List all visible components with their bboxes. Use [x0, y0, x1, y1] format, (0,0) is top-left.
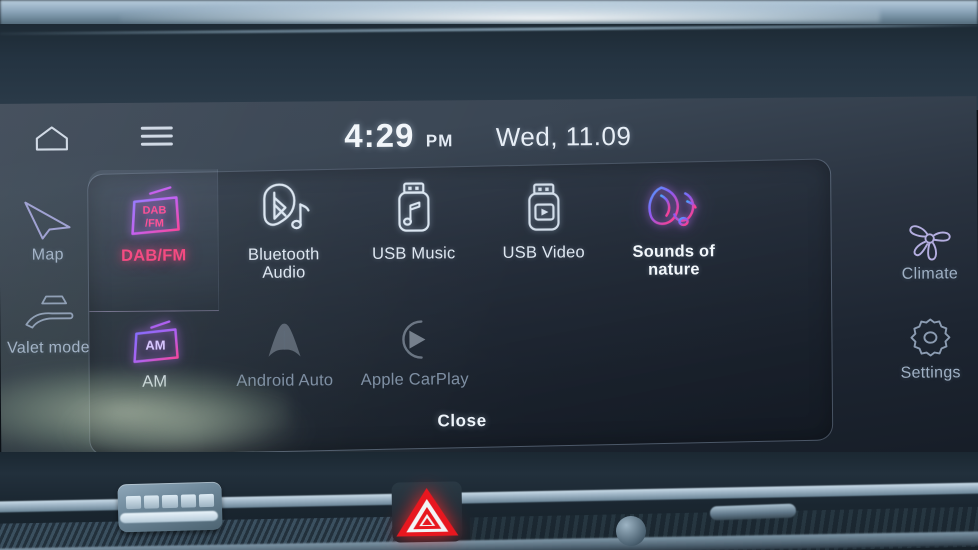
source-row: DAB /FM DAB/FM Bluetooth Audio USB Music…: [88, 164, 833, 284]
source-label-sounds-line2: nature: [647, 260, 700, 280]
valet-hand-car-icon: [0, 288, 96, 337]
right-rail: Climate Settings: [881, 214, 978, 407]
source-row: AM AM Android Auto Apple CarPlay: [89, 290, 834, 391]
source-tile-usb-video[interactable]: USB Video: [478, 166, 609, 281]
status-bar: 4:29 PM Wed, 11.09: [0, 96, 977, 166]
clock-date: Wed, 11.09: [495, 120, 632, 152]
source-tile-dabfm[interactable]: DAB /FM DAB/FM: [88, 169, 219, 284]
source-label-usb-music: USB Music: [371, 244, 456, 263]
gear-icon: [882, 313, 978, 362]
sidebar-label-valet-mode: Valet mode: [7, 339, 90, 357]
source-tile-sounds-of-nature[interactable]: Sounds of nature: [608, 165, 739, 280]
source-label-am: AM: [142, 372, 168, 391]
bluetooth-audio-icon: [218, 182, 348, 239]
fan-icon: [881, 214, 977, 263]
source-tile-android-auto[interactable]: Android Auto: [219, 294, 350, 390]
clock: 4:29 PM Wed, 11.09: [0, 112, 977, 158]
source-grid: DAB /FM DAB/FM Bluetooth Audio USB Music…: [88, 164, 834, 391]
usb-music-icon: [348, 181, 478, 238]
hazard-warning-triangle-button[interactable]: [391, 481, 463, 543]
left-rail: Map Valet mode: [0, 195, 97, 382]
sidebar-label-settings: Settings: [900, 364, 961, 382]
navigation-arrow-icon: [0, 195, 96, 244]
source-select-panel: DAB /FM DAB/FM Bluetooth Audio USB Music…: [87, 158, 834, 457]
climate-key[interactable]: [125, 495, 142, 510]
climate-key[interactable]: [162, 494, 178, 509]
climate-key[interactable]: [180, 494, 196, 508]
close-button[interactable]: Close: [90, 408, 834, 434]
sidebar-item-map[interactable]: Map: [0, 195, 96, 265]
source-tile-bluetooth-audio[interactable]: Bluetooth Audio: [218, 168, 349, 283]
android-auto-icon: [219, 308, 349, 365]
dashboard-handle[interactable]: [709, 503, 797, 521]
source-tile-am[interactable]: AM AM: [89, 295, 220, 391]
source-label-android-auto: Android Auto: [236, 371, 334, 390]
radio-am-icon: AM: [89, 309, 219, 366]
source-tile-usb-music[interactable]: USB Music: [348, 167, 479, 282]
climate-key[interactable]: [198, 493, 215, 508]
svg-text:/FM: /FM: [145, 218, 164, 230]
svg-text:AM: AM: [145, 337, 165, 352]
svg-text:DAB: DAB: [142, 205, 166, 217]
usb-video-icon: [478, 180, 608, 237]
source-label-apple-carplay: Apple CarPlay: [360, 370, 469, 389]
source-label-dabfm: DAB/FM: [121, 246, 187, 265]
sounds-of-nature-icon: [608, 179, 738, 236]
source-label-bluetooth-line1: Bluetooth: [247, 245, 320, 264]
sidebar-label-climate: Climate: [901, 265, 959, 283]
sidebar-label-map: Map: [31, 246, 64, 264]
source-label-sounds-line1: Sounds of: [632, 242, 716, 261]
sidebar-item-settings[interactable]: Settings: [882, 313, 978, 383]
windshield-glare-highlight: [120, 0, 880, 22]
climate-key[interactable]: [144, 495, 160, 509]
radio-dabfm-icon: DAB /FM: [88, 183, 218, 240]
apple-carplay-icon: [349, 307, 479, 364]
dashboard-photo: 4:29 PM Wed, 11.09 Map Valet mode Climat…: [0, 0, 978, 550]
clock-meridiem: PM: [425, 131, 454, 151]
infotainment-screen[interactable]: 4:29 PM Wed, 11.09 Map Valet mode Climat…: [0, 96, 978, 472]
source-tile-apple-carplay[interactable]: Apple CarPlay: [349, 293, 480, 389]
sidebar-item-valet-mode[interactable]: Valet mode: [0, 288, 97, 358]
source-label-usb-video: USB Video: [502, 243, 585, 262]
source-label-bluetooth-line2: Audio: [262, 263, 306, 283]
clock-time: 4:29: [344, 116, 415, 155]
climate-hard-keys[interactable]: [125, 493, 215, 510]
sidebar-item-climate[interactable]: Climate: [881, 214, 978, 284]
